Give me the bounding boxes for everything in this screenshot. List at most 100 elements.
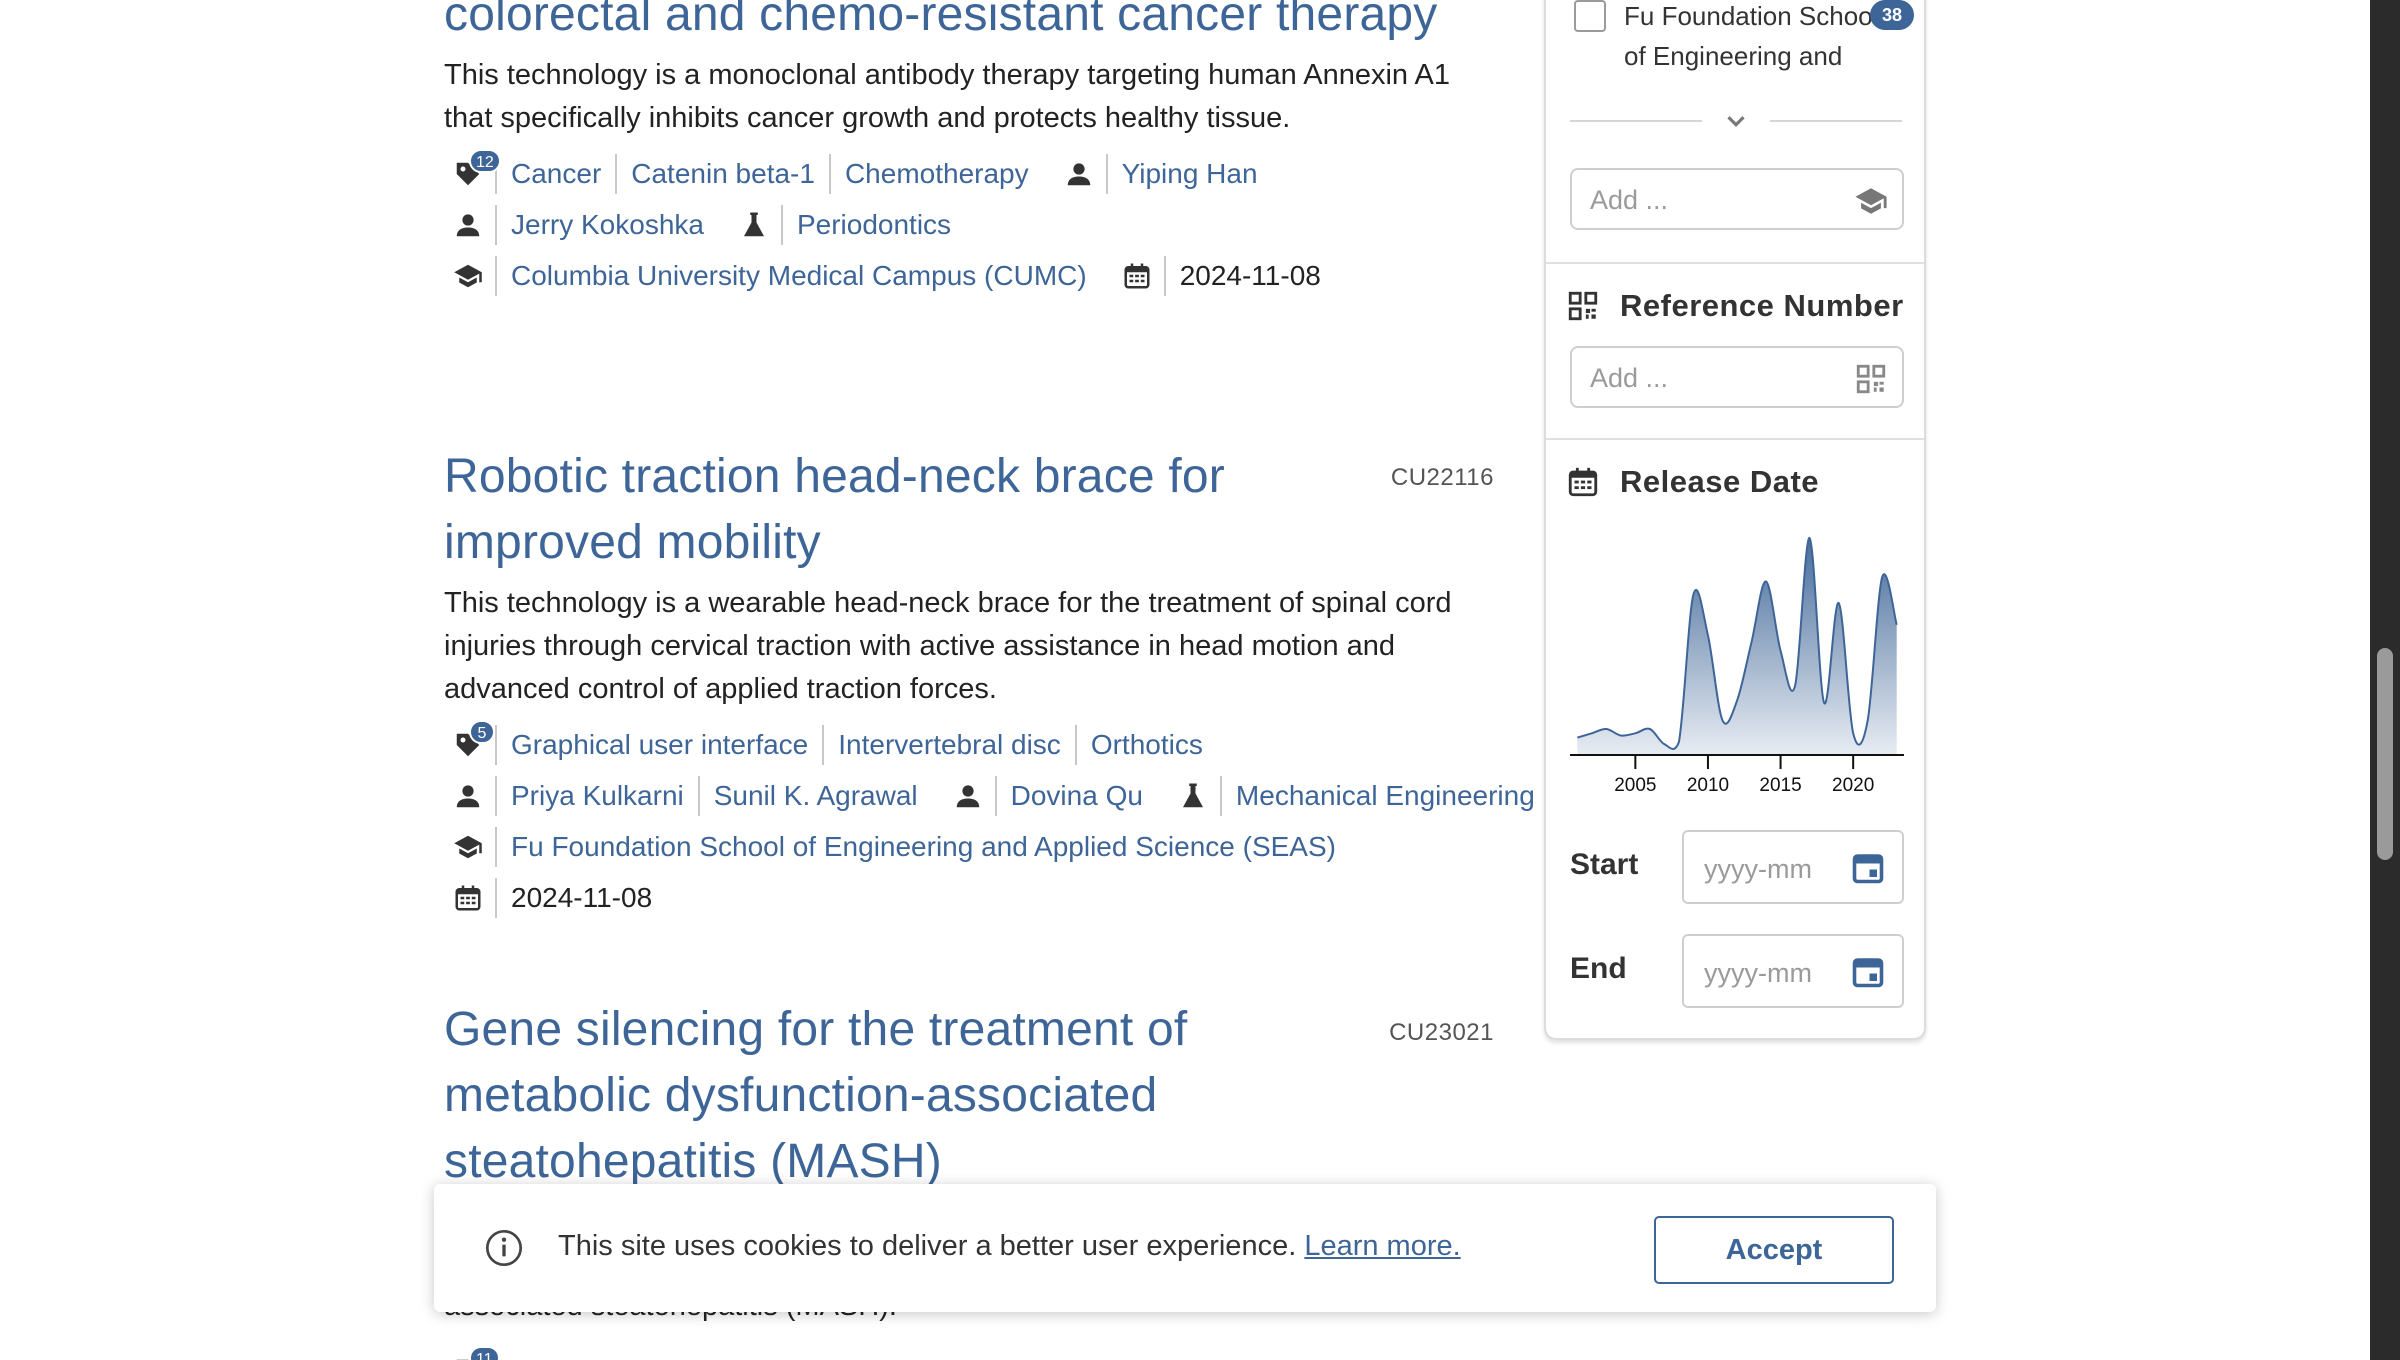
- inventor-link[interactable]: Sunil K. Agrawal: [714, 780, 918, 812]
- result-description: This technology is a wearable head-neck …: [444, 587, 1452, 705]
- divider: [495, 877, 497, 918]
- accept-cookies-button[interactable]: Accept: [1654, 1216, 1894, 1284]
- reference-add-input[interactable]: [1590, 360, 1840, 396]
- section-title: Reference Number: [1620, 288, 1904, 323]
- x-tick-label: 2005: [1614, 775, 1656, 796]
- calendar-icon: [453, 883, 483, 913]
- result-description: This technology is a monoclonal antibody…: [444, 59, 1450, 134]
- end-date-field[interactable]: [1682, 934, 1904, 1008]
- divider: [495, 775, 497, 816]
- result-title[interactable]: colorectal and chemo-resistant cancer th…: [444, 0, 1494, 48]
- divider: [495, 826, 497, 867]
- flask-icon: [1178, 781, 1208, 811]
- tag-link[interactable]: Intervertebral disc: [838, 729, 1061, 761]
- inventor-link[interactable]: Priya Kulkarni: [511, 780, 684, 812]
- release-date-area: [1577, 537, 1897, 755]
- tag-count-badge: 11: [469, 1345, 500, 1360]
- tags-row: 11: [444, 1345, 500, 1360]
- reference-number-heading: Reference Number: [1566, 286, 1904, 326]
- inventors-row: Priya Kulkarni Sunil K. Agrawal Dovina Q…: [444, 770, 1535, 821]
- calendar-icon: [1568, 467, 1598, 497]
- end-label: End: [1570, 952, 1627, 985]
- tag-icon: 11: [453, 1345, 500, 1360]
- graduation-cap-icon: [453, 832, 483, 862]
- end-date-row: End: [1570, 934, 1904, 1008]
- school-add-input[interactable]: [1590, 182, 1840, 218]
- section-divider: [1546, 438, 1924, 440]
- cookie-message: This site uses cookies to deliver a bett…: [558, 1230, 1461, 1263]
- calendar-icon: [1122, 261, 1152, 291]
- chevron-down-icon[interactable]: [1720, 106, 1752, 136]
- person-icon: [1064, 159, 1094, 189]
- result-item: colorectal and chemo-resistant cancer th…: [444, 0, 1494, 301]
- release-date-chart[interactable]: 2005 2010 2015 2020: [1570, 532, 1904, 802]
- tag-link[interactable]: Orthotics: [1091, 729, 1203, 761]
- calendar-picker-icon[interactable]: [1850, 954, 1886, 990]
- divider: [780, 204, 783, 245]
- divider: [1163, 255, 1166, 296]
- reference-number: CU23021: [1389, 1019, 1494, 1046]
- school-add-field[interactable]: [1570, 168, 1904, 230]
- graduation-cap-icon: [1855, 188, 1887, 214]
- result-title-link[interactable]: Robotic traction head-neck brace for imp…: [444, 450, 1225, 569]
- release-date: 2024-11-08: [511, 881, 653, 913]
- tag-link[interactable]: Chemotherapy: [845, 158, 1029, 190]
- department-link[interactable]: Periodontics: [797, 209, 951, 241]
- result-item: CU22116 Robotic traction head-neck brace…: [444, 444, 1535, 923]
- tag-link[interactable]: Catenin beta-1: [631, 158, 815, 190]
- start-date-row: Start: [1570, 830, 1904, 904]
- divider: [1105, 153, 1108, 194]
- tags-row: 12 Cancer Catenin beta-1 Chemotherapy Yi…: [444, 148, 1494, 199]
- graduation-cap-icon: [453, 261, 483, 291]
- department-link[interactable]: Mechanical Engineering: [1236, 780, 1535, 812]
- tag-icon: 12: [453, 148, 501, 189]
- tag-link[interactable]: Cancer: [511, 158, 601, 190]
- cookie-banner: This site uses cookies to deliver a bett…: [434, 1184, 1936, 1312]
- inventor-link[interactable]: Dovina Qu: [1011, 780, 1143, 812]
- facet-label: Fu Foundation School of Engineering and: [1624, 1, 1879, 71]
- result-title-link[interactable]: Gene silencing for the treatment of meta…: [444, 1003, 1187, 1188]
- inventor-link[interactable]: Yiping Han: [1122, 158, 1258, 190]
- divider: [495, 724, 497, 765]
- scrollbar-thumb[interactable]: [2377, 648, 2393, 860]
- result-item: CU23021 Gene silencing for the treatment…: [444, 997, 1494, 1195]
- reference-number: CU22116: [1390, 464, 1494, 491]
- calendar-picker-icon[interactable]: [1850, 850, 1886, 886]
- reference-add-field[interactable]: [1570, 346, 1904, 408]
- tag-link[interactable]: Graphical user interface: [511, 729, 808, 761]
- release-date: 2024-11-08: [1179, 259, 1321, 291]
- school-link[interactable]: Fu Foundation School of Engineering and …: [511, 831, 1336, 863]
- person-icon: [453, 781, 483, 811]
- qr-code-icon: [1856, 364, 1886, 394]
- school-row: Columbia University Medical Campus (CUMC…: [444, 250, 1494, 301]
- divider: [495, 255, 497, 296]
- page-scrollbar[interactable]: [2370, 0, 2400, 1360]
- divider: [1074, 724, 1077, 765]
- divider: [822, 724, 825, 765]
- cookie-text: This site uses cookies to deliver a bett…: [558, 1230, 1297, 1262]
- learn-more-link[interactable]: Learn more.: [1304, 1230, 1460, 1262]
- start-date-field[interactable]: [1682, 830, 1904, 904]
- x-tick-label: 2020: [1832, 775, 1874, 796]
- result-title[interactable]: Robotic traction head-neck brace for imp…: [444, 444, 1264, 576]
- person-icon: [453, 210, 483, 240]
- tag-count-badge: 12: [469, 148, 501, 173]
- divider: [1219, 775, 1222, 816]
- end-date-input[interactable]: [1704, 956, 1844, 990]
- divider: [994, 775, 997, 816]
- divider: [615, 153, 618, 194]
- result-title-link[interactable]: colorectal and chemo-resistant cancer th…: [444, 0, 1438, 41]
- tag-icon: 5: [453, 719, 495, 760]
- page: colorectal and chemo-resistant cancer th…: [0, 0, 2400, 1360]
- show-more-toggle[interactable]: [1570, 106, 1902, 136]
- tag-count-badge: 5: [469, 719, 495, 744]
- inventor-link[interactable]: Jerry Kokoshka: [511, 209, 704, 241]
- result-title[interactable]: Gene silencing for the treatment of meta…: [444, 997, 1244, 1195]
- school-link[interactable]: Columbia University Medical Campus (CUMC…: [511, 260, 1087, 292]
- start-label: Start: [1570, 848, 1639, 881]
- section-title: Release Date: [1620, 464, 1820, 499]
- info-icon: [486, 1230, 522, 1266]
- start-date-input[interactable]: [1704, 852, 1844, 886]
- school-facet-option[interactable]: Fu Foundation School of Engineering and …: [1574, 0, 1914, 106]
- facet-checkbox[interactable]: [1574, 0, 1606, 32]
